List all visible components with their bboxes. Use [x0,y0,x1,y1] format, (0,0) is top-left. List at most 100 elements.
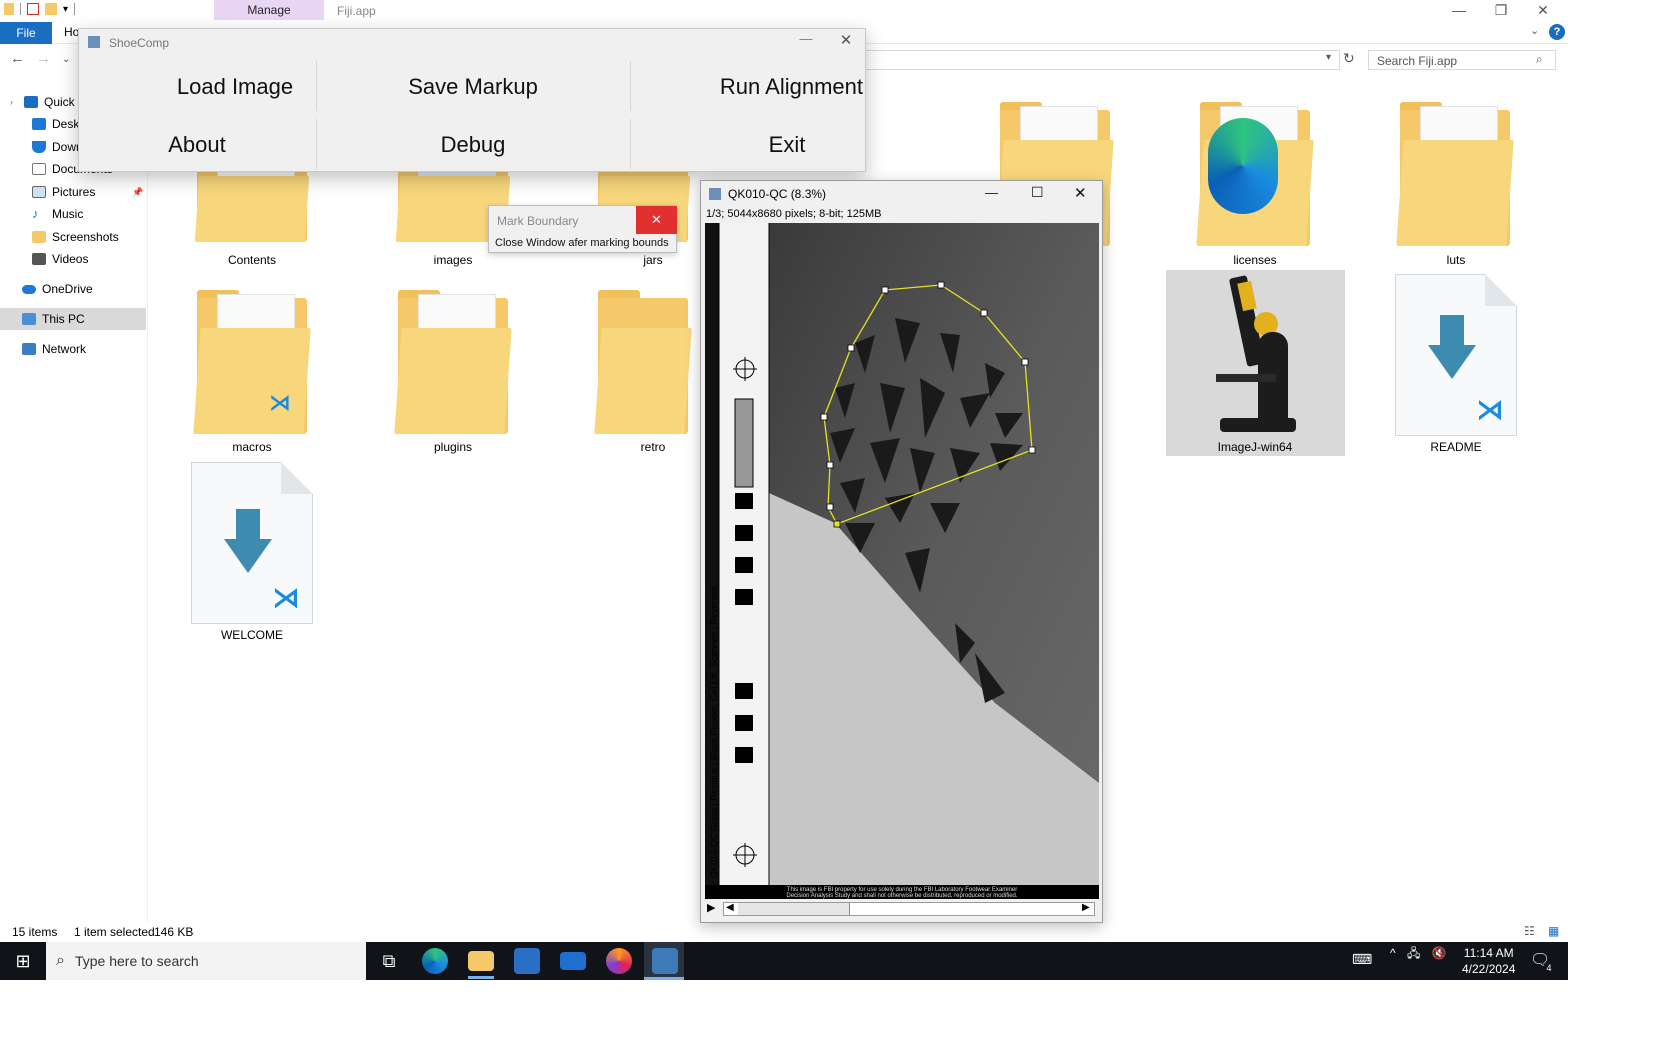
nav-label: Pictures [52,185,96,199]
separator [630,119,631,169]
document-icon: ⋊ [1395,274,1517,436]
close-button[interactable]: ✕ [1074,184,1087,202]
minimize-button[interactable]: — [1438,0,1480,22]
save-markup-button[interactable]: Save Markup [317,59,629,115]
scale-label: QK010-QC Glass | Residue | Black Powder,… [709,586,719,878]
nav-item-this-pc[interactable]: This PC [0,308,146,330]
file-explorer-icon[interactable] [468,951,494,971]
nav-item-videos[interactable]: Videos [0,248,146,270]
scroll-right-icon[interactable]: ▶ [1082,902,1090,913]
separator [316,61,317,111]
taskbar-search-box[interactable]: ⌕ Type here to search [46,942,366,980]
folder-retro[interactable] [594,288,692,434]
nav-item-pictures[interactable]: Pictures 📌 [0,181,146,203]
nav-label: Screenshots [52,230,119,244]
file-label: licenses [1233,253,1277,267]
help-icon[interactable]: ? [1549,24,1565,40]
network-icon[interactable]: 🖧 [1407,946,1420,960]
file-label: images [433,253,473,267]
selection-count: 1 item selected [74,925,155,939]
maximize-button[interactable]: ❐ [1480,0,1522,22]
folder-licenses[interactable] [1196,100,1314,246]
refresh-icon[interactable]: ↻ [1343,50,1355,67]
system-tray: ^ 🖧 🔇 [1390,944,1447,965]
file-imagej[interactable] [1210,272,1300,438]
firefox-icon[interactable] [606,948,632,974]
pin-icon[interactable]: 📌 [132,187,143,198]
download-icon [32,141,46,153]
scrollbar-track[interactable]: ◀ ▶ [723,902,1095,916]
file-readme[interactable]: ⋊ [1395,274,1517,436]
close-button[interactable]: ✕ [831,31,861,53]
load-image-button[interactable]: Load Image [0,59,312,115]
folder-icon [32,231,46,243]
task-view-icon[interactable]: ⧉ [376,948,402,974]
keyboard-icon[interactable]: ⌨ [1352,951,1372,968]
edge-icon[interactable] [422,948,448,974]
shoeprint-image[interactable]: QK010-QC Glass | Residue | Black Powder,… [705,223,1099,899]
maximize-button[interactable]: ☐ [1031,184,1044,201]
nav-item-music[interactable]: ♪ Music [0,203,146,225]
file-label: WELCOME [220,628,283,642]
folder-icon [594,288,692,434]
mail-icon[interactable] [560,952,586,970]
chevron-down-icon[interactable]: ▾ [1326,52,1331,63]
nav-item-network[interactable]: Network [0,338,146,360]
scrollbar-thumb[interactable] [738,903,850,915]
store-icon[interactable] [514,948,540,974]
details-view-icon[interactable]: ☷ [1524,924,1535,938]
file-label: ImageJ-win64 [1217,440,1293,454]
image-window: QK010-QC (8.3%) — ☐ ✕ 1/3; 5044x8680 pix… [700,180,1103,923]
file-label: Contents [227,253,277,267]
nav-item-onedrive[interactable]: OneDrive [0,278,146,300]
imagej-icon [709,188,721,200]
forensic-scale [719,223,769,885]
separator [316,119,317,169]
play-icon[interactable]: ▶ [707,901,715,914]
close-button[interactable]: ✕ [1522,0,1564,22]
footer-line-2: Decision Analysis Study and shall not ot… [786,893,1017,899]
dialog-title: Mark Boundary [497,214,579,228]
minimize-button[interactable]: — [791,31,821,53]
address-field[interactable] [860,50,1340,70]
customize-qat-icon[interactable]: ▾ [63,4,68,15]
new-folder-icon[interactable] [45,3,57,15]
debug-button[interactable]: Debug [317,117,629,173]
item-count: 15 items [12,925,58,939]
exit-button[interactable]: Exit [631,117,943,173]
taskbar-clock[interactable]: 11:14 AM 4/22/2024 [1462,945,1515,977]
imagej-icon[interactable] [652,948,678,974]
selection-size: 146 KB [154,925,194,939]
file-welcome[interactable]: ⋊ [191,462,313,624]
image-canvas[interactable]: QK010-QC Glass | Residue | Black Powder,… [705,223,1099,899]
file-label: luts [1446,253,1466,267]
separator [630,61,631,111]
slice-scrollbar[interactable]: ▶ ◀ ▶ [705,900,1099,918]
large-icons-view-icon[interactable]: ▦ [1548,924,1559,938]
close-button[interactable]: ✕ [636,206,677,234]
window-title: ShoeComp [109,36,170,50]
volume-muted-icon[interactable]: 🔇 [1432,946,1447,960]
folder-macros[interactable]: ⋊ [193,288,311,434]
ribbon-tab-manage[interactable]: Manage [214,0,324,20]
chevron-up-icon[interactable]: ^ [1390,946,1396,960]
folder-plugins[interactable] [394,288,512,434]
app-icon [88,36,100,48]
document-icon [32,163,46,175]
properties-icon[interactable] [27,3,39,15]
edge-browser-icon [1208,118,1278,214]
windows-start-icon[interactable]: ⊞ [0,942,46,980]
network-icon [22,343,36,355]
vscode-icon: ⋊ [1476,394,1504,425]
run-alignment-button[interactable]: Run Alignment [631,59,867,115]
search-input[interactable]: Search Fiji.app [1368,50,1556,70]
scroll-left-icon[interactable]: ◀ [726,902,734,913]
expand-ribbon-icon[interactable]: ⌄ [1530,24,1539,37]
vscode-icon: ⋊ [269,390,291,415]
minimize-button[interactable]: — [985,185,998,200]
folder-luts[interactable] [1396,100,1514,246]
search-icon[interactable]: ⌕ [1536,52,1543,67]
ribbon-tab-file[interactable]: File [0,22,52,44]
about-button[interactable]: About [79,117,315,173]
nav-item-screenshots[interactable]: Screenshots [0,226,146,248]
